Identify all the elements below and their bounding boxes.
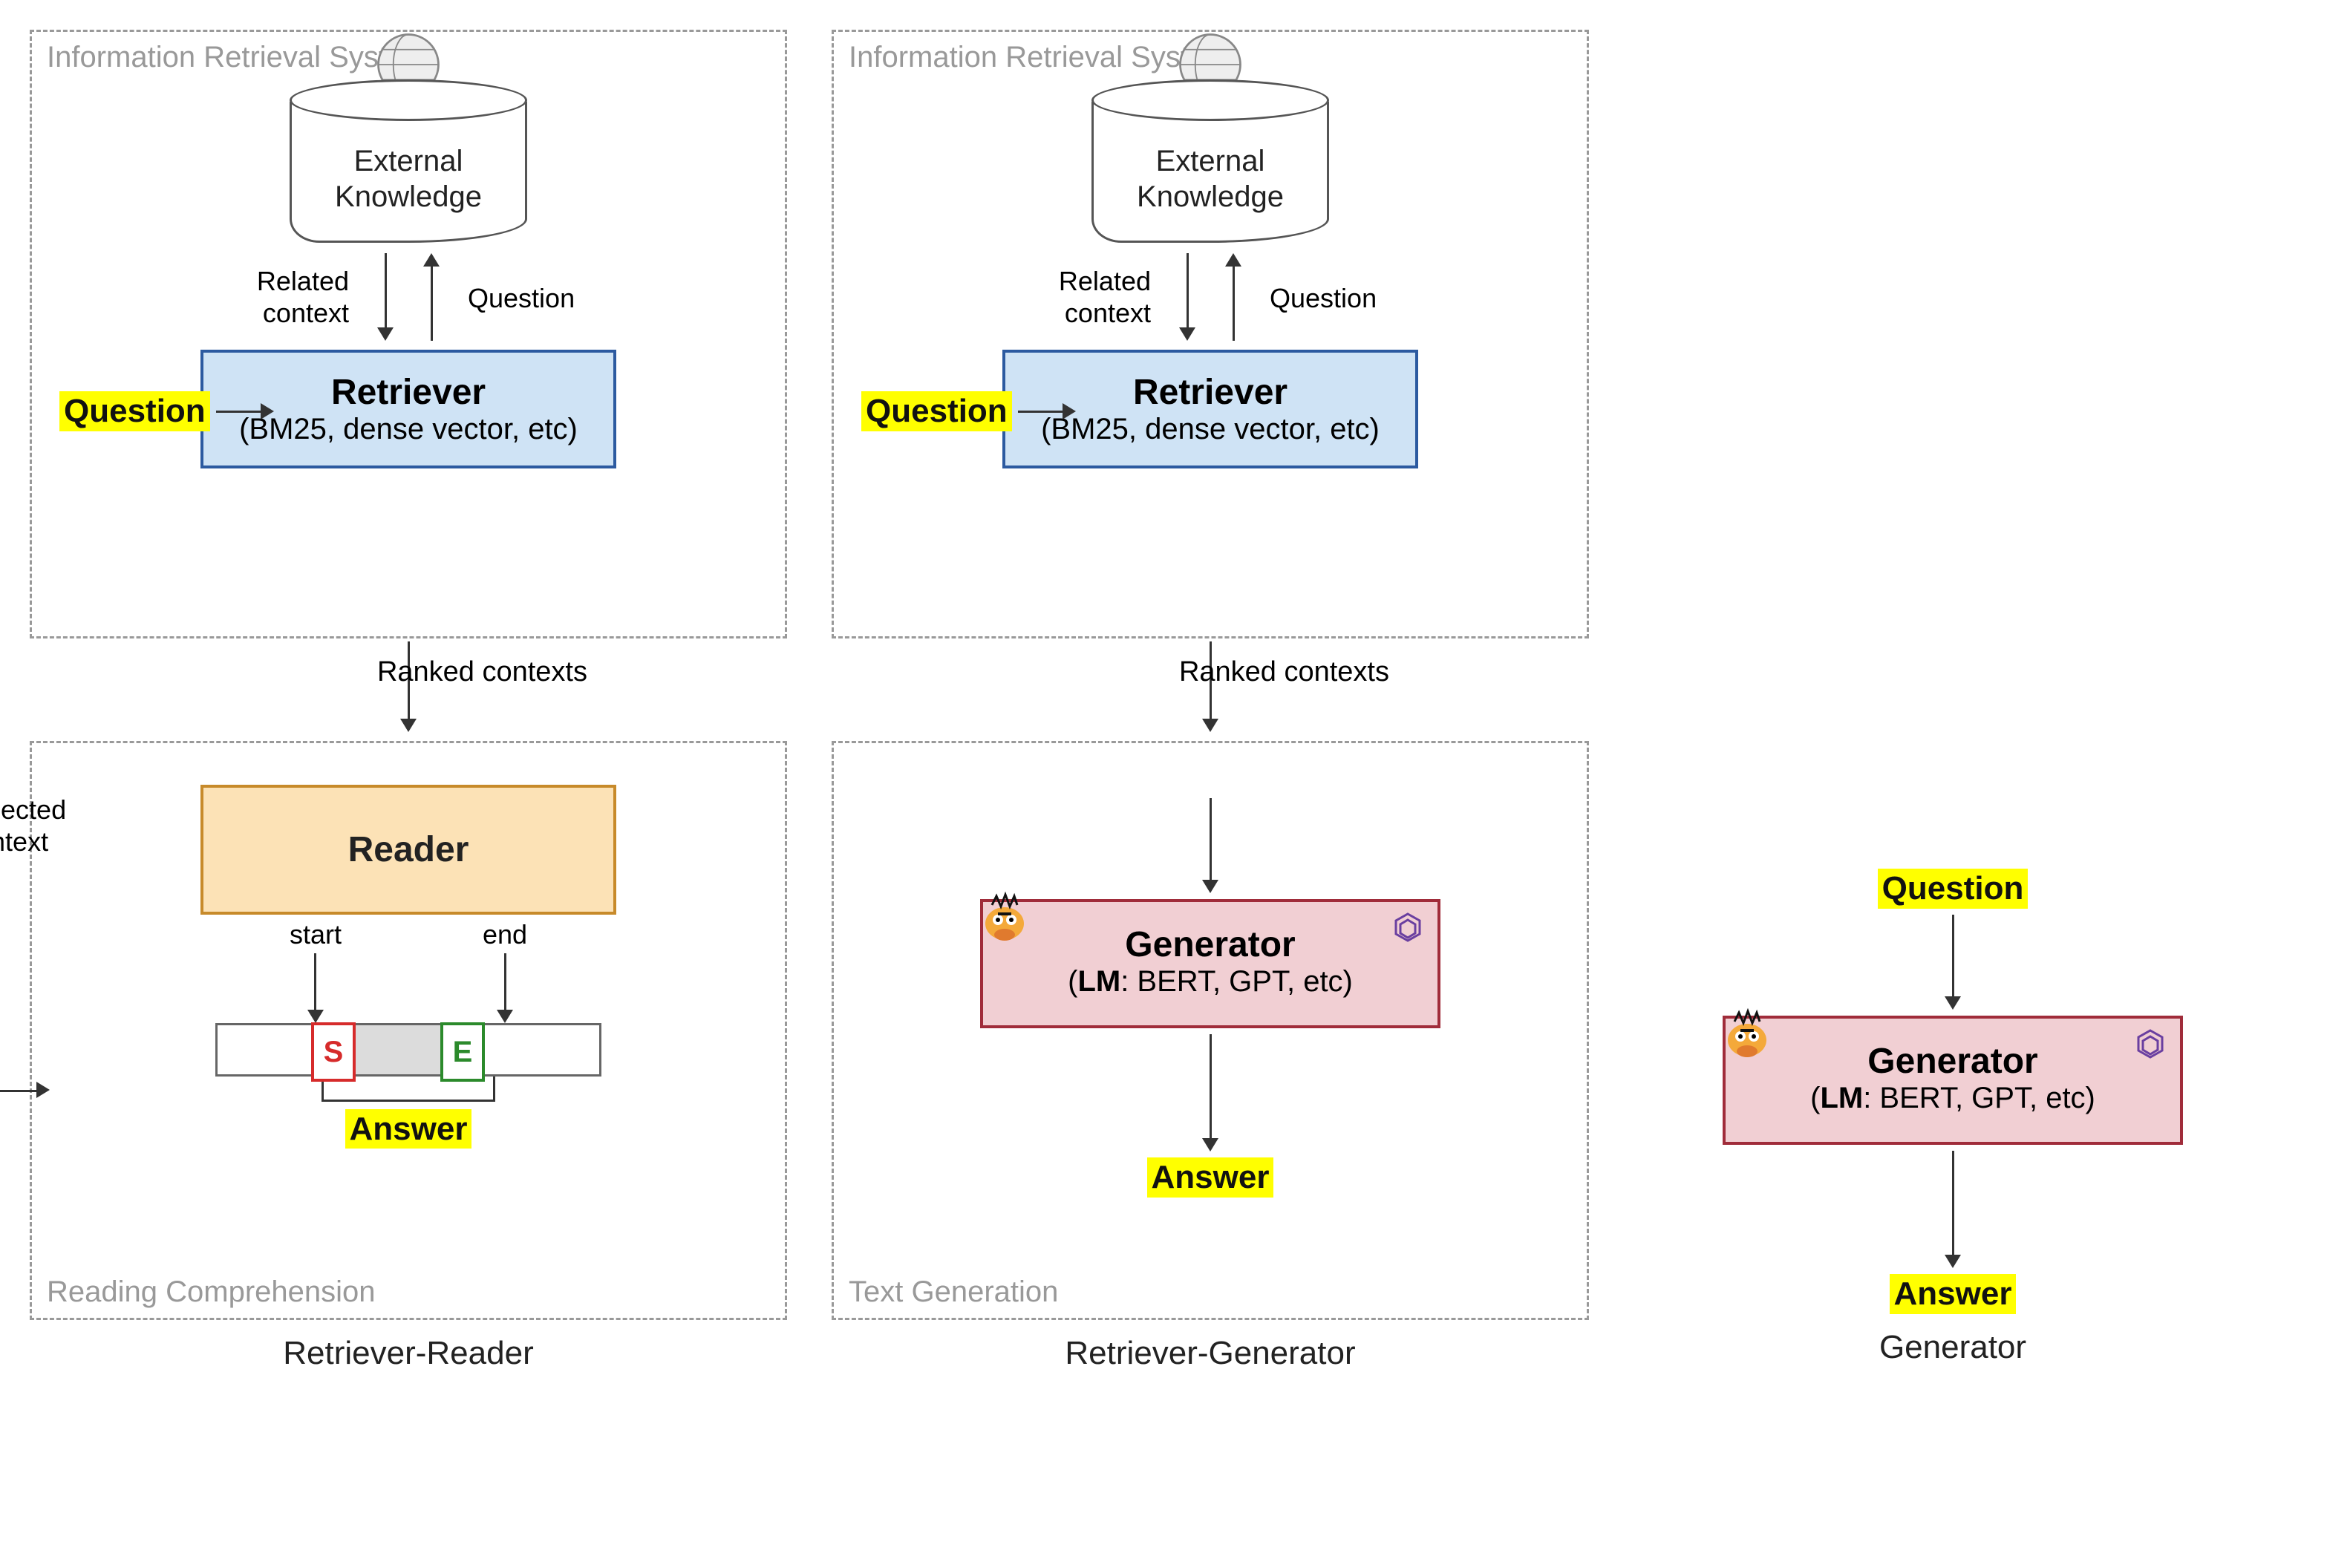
question-to-retriever-arrow-2 xyxy=(1018,403,1076,419)
generator-sub-1: (LM: BERT, GPT, etc) xyxy=(990,965,1430,999)
ir-system-label: Information Retrieval System xyxy=(47,41,428,74)
bert-icon xyxy=(979,890,1031,942)
ir-system-label-2: Information Retrieval System xyxy=(849,41,1230,74)
column-retriever-reader: Information Retrieval System External Kn… xyxy=(30,30,787,1372)
gen-inner-2: Generator (LM: BERT, GPT, etc) Answer xyxy=(852,792,1569,1250)
generator-box-1: Generator (LM: BERT, GPT, etc) xyxy=(980,899,1440,1028)
retriever-wrap-2: Question Retriever (BM25, dense vector, … xyxy=(1002,350,1418,468)
column-generator: Question Generator (LM: BERT, GPT, etc) … xyxy=(1634,869,2272,1366)
selected-context-arrow: Selected context xyxy=(0,794,66,1092)
question-badge-3: Question xyxy=(1878,869,2029,909)
generator-sub-2: (LM: BERT, GPT, etc) xyxy=(1733,1082,2173,1115)
into-generator-arrow xyxy=(1202,798,1218,893)
column-retriever-generator: Information Retrieval System External Kn… xyxy=(832,30,1589,1372)
question-badge-2: Question xyxy=(861,391,1012,431)
col1-title: Retriever-Reader xyxy=(283,1335,533,1372)
reading-comp-label: Reading Comprehension xyxy=(47,1275,376,1309)
ranked-contexts-arrow-2: Ranked contexts xyxy=(1202,641,1218,738)
answer-badge-2: Answer xyxy=(1147,1157,1274,1198)
text-gen-box: Generator (LM: BERT, GPT, etc) Answer Te… xyxy=(832,741,1589,1320)
reading-comp-box: Selected context Reader start end S E xyxy=(30,741,787,1320)
question-to-generator-arrow xyxy=(1945,915,1961,1010)
ranked-contexts-label-2: Ranked contexts xyxy=(1179,656,1389,688)
external-knowledge-label-2: External Knowledge xyxy=(1091,143,1329,215)
openai-icon xyxy=(1387,909,1429,951)
selected-context-label: Selected context xyxy=(0,794,66,858)
external-knowledge-label: External Knowledge xyxy=(290,143,527,215)
ir-system-box-1: Information Retrieval System External Kn… xyxy=(30,30,787,638)
generator-box-2: Generator (LM: BERT, GPT, etc) xyxy=(1723,1016,2183,1145)
question-to-retriever-arrow xyxy=(216,403,274,419)
end-token: E xyxy=(440,1022,485,1082)
related-context-label: Related context xyxy=(230,265,349,329)
ranked-contexts-arrow-1: Ranked contexts xyxy=(400,641,417,738)
text-gen-label: Text Generation xyxy=(849,1275,1058,1309)
answer-badge-3: Answer xyxy=(1890,1274,2017,1314)
bert-icon-2 xyxy=(1721,1007,1773,1059)
external-knowledge-db-2: External Knowledge xyxy=(1091,79,1329,250)
reader-output-arrows: start end xyxy=(290,919,527,1023)
external-knowledge-db: External Knowledge xyxy=(290,79,527,250)
db-retriever-arrows-2: Related context Question xyxy=(1054,253,1366,350)
retriever-wrap-1: Question Retriever (BM25, dense vector, … xyxy=(200,350,616,468)
generator-title-1: Generator xyxy=(990,924,1430,965)
db-retriever-arrows: Related context Question xyxy=(252,253,564,350)
col2-title: Retriever-Generator xyxy=(1065,1335,1355,1372)
answer-badge-1: Answer xyxy=(345,1109,472,1149)
ir-inner-2: External Knowledge Related context Quest… xyxy=(852,79,1569,468)
context-span-bar: S E xyxy=(215,1023,601,1077)
related-context-label-2: Related context xyxy=(1032,265,1151,329)
end-label: end xyxy=(483,919,527,950)
question-arrow-label: Question xyxy=(468,283,587,314)
generator-title-2: Generator xyxy=(1733,1041,2173,1082)
generator-to-answer-arrow-2 xyxy=(1945,1151,1961,1268)
reader-title: Reader xyxy=(348,830,469,869)
generator-to-answer-arrow xyxy=(1202,1034,1218,1152)
ir-system-box-2: Information Retrieval System External Kn… xyxy=(832,30,1589,638)
col3-title: Generator xyxy=(1879,1329,2026,1366)
reader-box: Reader xyxy=(200,785,616,915)
gen-only-inner: Question Generator (LM: BERT, GPT, etc) … xyxy=(1723,869,2183,1314)
ir-inner-1: External Knowledge Related context Quest… xyxy=(50,79,767,468)
openai-icon-2 xyxy=(2129,1026,2171,1068)
diagram-root: Information Retrieval System External Kn… xyxy=(30,30,2297,1372)
ranked-contexts-label-1: Ranked contexts xyxy=(377,656,587,688)
rc-inner: Selected context Reader start end S E xyxy=(50,785,767,1200)
start-token: S xyxy=(311,1022,356,1082)
question-arrow-label-2: Question xyxy=(1270,283,1388,314)
question-badge-1: Question xyxy=(59,391,210,431)
start-label: start xyxy=(290,919,342,950)
